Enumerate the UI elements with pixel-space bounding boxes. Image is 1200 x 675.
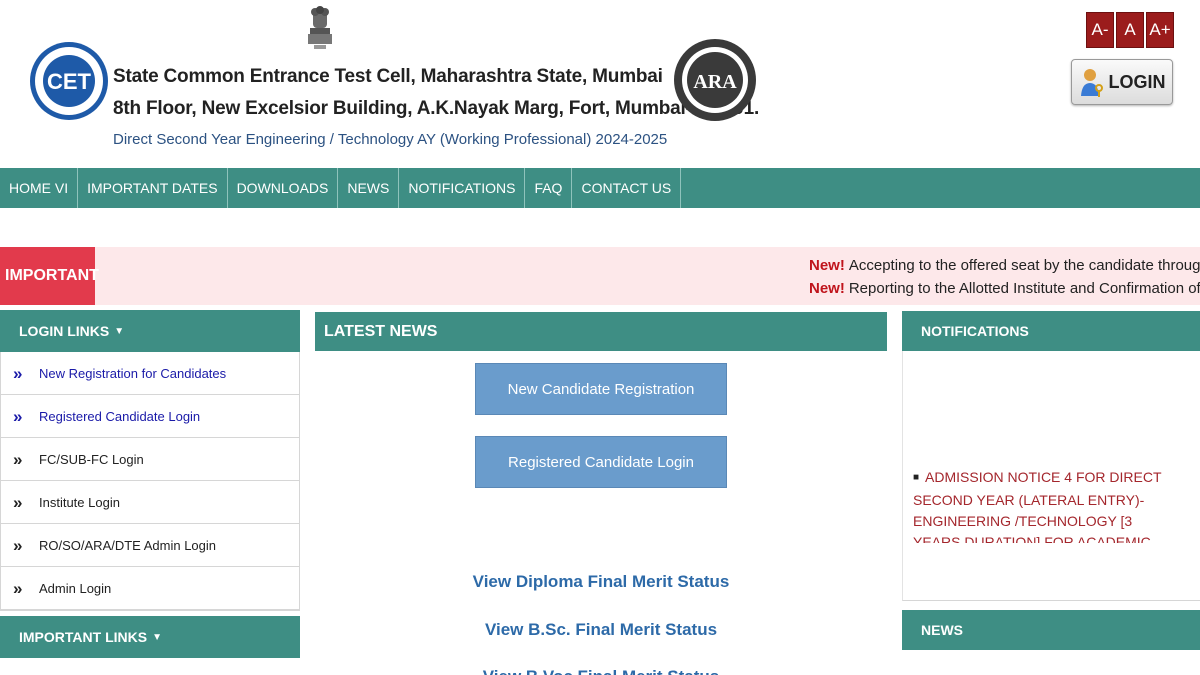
org-address: 8th Floor, New Excelsior Building, A.K.N… [113,98,760,119]
ticker-item[interactable]: New! Reporting to the Allotted Institute … [809,280,1200,297]
new-candidate-registration-button[interactable]: New Candidate Registration [475,363,727,415]
important-links-header[interactable]: IMPORTANT LINKS ▼ [0,616,300,658]
link-label: Institute Login [39,494,120,510]
cet-logo-text: CET [47,69,92,94]
nav-notifications[interactable]: NOTIFICATIONS [399,168,526,208]
link-new-registration[interactable]: » New Registration for Candidates [1,352,299,395]
bvoc-merit-link[interactable]: View B.Voc Final Merit Status [315,667,887,675]
bsc-merit-link[interactable]: View B.Sc. Final Merit Status [315,620,887,640]
login-links-list: » New Registration for Candidates » Regist… [0,352,300,611]
nav-contact-us[interactable]: CONTACT US [572,168,682,208]
nav-faq[interactable]: FAQ [525,168,573,208]
link-admin-login[interactable]: » Admin Login [1,567,299,610]
ticker-marquee: New! Accepting to the offered seat by the… [95,247,1200,305]
national-emblem-icon [308,6,332,49]
ticker-text: Accepting to the offered seat by the can… [848,257,1200,274]
double-chevron-icon: » [13,578,23,598]
bullet-icon: ■ [913,472,920,483]
diploma-merit-link[interactable]: View Diploma Final Merit Status [315,572,887,592]
link-institute-login[interactable]: » Institute Login [1,481,299,524]
cet-logo[interactable]: CET [28,28,110,134]
link-label: RO/SO/ARA/DTE Admin Login [39,537,217,553]
nav-home[interactable]: HOME VI [0,168,79,208]
double-chevron-icon: » [13,363,23,383]
link-label: New Registration for Candidates [39,365,227,381]
link-admin-ro-login[interactable]: » RO/SO/ARA/DTE Admin Login [1,524,299,567]
font-size-controls: A- A A+ [1086,12,1174,48]
link-registered-candidate-login[interactable]: » Registered Candidate Login [1,395,299,438]
caret-down-icon: ▼ [114,325,125,337]
new-badge: New! [809,280,845,297]
org-title: State Common Entrance Test Cell, Maharas… [113,66,663,87]
double-chevron-icon: » [13,535,23,555]
login-links-panel: LOGIN LINKS ▼ » New Registration for Cand… [0,310,300,611]
caret-down-icon: ▼ [152,631,162,643]
login-button[interactable]: LOGIN [1071,59,1173,105]
double-chevron-icon: » [13,406,23,426]
login-links-title: LOGIN LINKS [19,323,110,339]
login-label: LOGIN [1108,71,1166,92]
ara-logo[interactable]: ARA [672,26,758,134]
important-links-panel: IMPORTANT LINKS ▼ [0,616,300,658]
user-key-icon [1080,69,1103,97]
font-decrease-button[interactable]: A- [1086,12,1114,48]
login-links-header[interactable]: LOGIN LINKS ▼ [0,310,300,352]
link-label: Registered Candidate Login [39,408,201,424]
important-tag: IMPORTANT [0,247,99,305]
notification-text: ADMISSION NOTICE 4 FOR DIRECT SECOND YEA… [913,469,1162,543]
font-increase-button[interactable]: A+ [1146,12,1174,48]
font-reset-button[interactable]: A [1116,12,1144,48]
ticker-text: Reporting to the Allotted Institute and … [848,280,1200,297]
ara-logo-text: ARA [693,71,737,93]
double-chevron-icon: » [13,492,23,512]
portal-subtitle: Direct Second Year Engineering / Technol… [113,131,668,148]
notifications-header: NOTIFICATIONS [902,311,1200,351]
latest-news-header: LATEST NEWS [315,312,887,351]
main-nav: HOME VI IMPORTANT DATES DOWNLOADS NEWS N… [0,168,1200,208]
link-label: Admin Login [39,580,112,596]
important-links-title: IMPORTANT LINKS [19,629,148,645]
news-header: NEWS [902,610,1200,650]
nav-downloads[interactable]: DOWNLOADS [228,168,339,208]
link-label: FC/SUB-FC Login [39,451,144,467]
link-fc-login[interactable]: » FC/SUB-FC Login [1,438,299,481]
ticker-item[interactable]: New! Accepting to the offered seat by the… [809,257,1200,274]
nav-important-dates[interactable]: IMPORTANT DATES [78,168,228,208]
new-badge: New! [809,257,845,274]
notification-item[interactable]: ■ ADMISSION NOTICE 4 FOR DIRECT SECOND YE… [913,467,1183,543]
nav-news[interactable]: NEWS [338,168,400,208]
registered-candidate-login-button[interactable]: Registered Candidate Login [475,436,727,488]
site-header: CET State Common Entrance Test Cell, Mah… [0,0,1200,168]
double-chevron-icon: » [13,449,23,469]
important-ticker: IMPORTANT New! Accepting to the offered s… [0,247,1200,305]
